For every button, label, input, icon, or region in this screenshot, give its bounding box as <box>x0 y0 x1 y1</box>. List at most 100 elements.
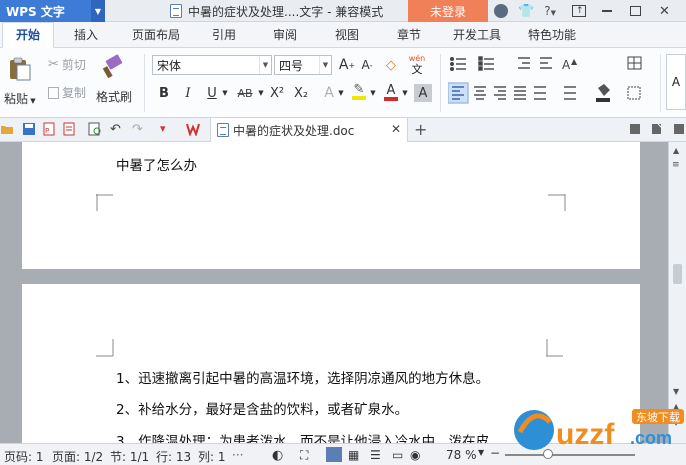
margin-corner-mark <box>546 339 563 357</box>
status-section[interactable]: 节: 1/1 <box>110 448 149 465</box>
clear-format-icon[interactable]: ◇ <box>382 56 400 74</box>
margin-corner-mark <box>548 194 566 211</box>
minimize-icon[interactable] <box>602 10 612 12</box>
doc-switch-icon[interactable] <box>650 122 664 136</box>
app-name: WPS 文字 <box>6 4 65 19</box>
bold-button[interactable]: B <box>156 84 172 102</box>
status-pages[interactable]: 页面: 1/2 <box>52 448 103 465</box>
window-layout-icon[interactable] <box>628 122 642 136</box>
status-row[interactable]: 行: 13 <box>156 448 191 465</box>
line-spacing-icon <box>564 86 576 100</box>
scrollbar-thumb[interactable] <box>673 264 682 284</box>
help-button[interactable]: ?▼ <box>544 4 556 18</box>
login-button[interactable]: 未登录 <box>408 0 488 22</box>
outline-view-icon[interactable]: ☰ <box>370 448 381 462</box>
page-1-text[interactable]: 中暑了怎么办 <box>116 154 197 174</box>
document-canvas[interactable]: 中暑了怎么办 1、迅速撤离引起中暑的高温环境，选择阴凉通风的地方休息。 2、补给… <box>0 142 668 443</box>
tab-page-layout[interactable]: 页面布局 <box>118 22 194 48</box>
close-icon[interactable]: ✕ <box>659 4 670 19</box>
app-menu-chevron-down-icon[interactable]: ▼ <box>91 0 105 22</box>
doc-paragraph-3[interactable]: 3、作降温处理：为患者泼水，而不是让他浸入冷水中。泼在皮 <box>116 430 489 443</box>
tab-view[interactable]: 视图 <box>316 22 378 48</box>
grow-font-icon[interactable]: A + <box>338 56 356 74</box>
subscript-button[interactable]: X₂ <box>292 84 310 102</box>
new-tab-icon[interactable]: + <box>414 120 427 139</box>
restore-icon[interactable]: ↑ <box>572 5 586 17</box>
highlight-icon[interactable]: ✎ <box>350 82 368 102</box>
vertical-scrollbar[interactable]: ▲ ≡ ▼ ▲ ▼ <box>668 142 686 443</box>
print-icon[interactable] <box>62 122 76 136</box>
font-name-select[interactable]: 宋体 ▼ <box>152 55 272 75</box>
underline-button[interactable]: U <box>204 84 220 102</box>
strikethrough-chevron-down-icon[interactable]: ▼ <box>256 84 266 102</box>
document-tab[interactable]: 中暑的症状及处理.doc ✕ <box>210 118 408 142</box>
char-shading-icon[interactable]: A <box>414 84 432 102</box>
open-folder-icon[interactable] <box>0 122 14 136</box>
copy-button[interactable]: 复制 <box>48 84 86 101</box>
tshirt-icon[interactable]: 👕 <box>518 4 534 19</box>
customize-toolbar-icon[interactable]: ▾ <box>160 122 174 136</box>
tab-home[interactable]: 开始 <box>2 21 54 48</box>
zoom-out-icon[interactable]: − <box>490 446 500 460</box>
tab-insert[interactable]: 插入 <box>54 22 118 48</box>
page-1[interactable]: 中暑了怎么办 <box>22 142 640 269</box>
cut-button[interactable]: ✂ 剪切 <box>48 56 86 73</box>
fullscreen-icon[interactable]: ⛶ <box>300 448 308 463</box>
wps-app-menu-button[interactable]: WPS 文字 ▼ <box>0 0 105 22</box>
scroll-up-icon[interactable]: ▲ <box>673 146 679 155</box>
scroll-top-icon[interactable]: ≡ <box>672 160 680 170</box>
share-icon[interactable] <box>672 122 686 136</box>
clipboard-icon <box>9 57 31 81</box>
highlight-chevron-down-icon[interactable]: ▼ <box>368 84 378 102</box>
superscript-button[interactable]: X² <box>268 84 286 102</box>
page-view-icon[interactable] <box>326 447 342 462</box>
text-effect-chevron-down-icon[interactable]: ▼ <box>336 84 346 102</box>
status-page-code[interactable]: 页码: 1 <box>4 448 44 465</box>
track-changes-icon[interactable]: ◐ <box>272 448 283 463</box>
format-painter-icon <box>102 54 123 79</box>
zoom-level[interactable]: 78 % <box>446 448 477 462</box>
reading-view-icon[interactable]: ▭ <box>392 448 403 462</box>
web-view-icon[interactable]: ▦ <box>348 448 359 462</box>
paste-button[interactable]: 粘贴 ▼ <box>4 56 36 107</box>
status-more-icon[interactable]: ··· <box>232 448 243 462</box>
maximize-icon[interactable] <box>630 6 641 16</box>
svg-text:P: P <box>45 127 49 135</box>
strikethrough-button[interactable]: AB <box>234 84 256 102</box>
phonetic-guide-button[interactable]: wén 文 <box>406 53 428 79</box>
styles-gallery[interactable]: A <box>666 54 686 110</box>
tab-developer[interactable]: 开发工具 <box>440 22 514 48</box>
redo-icon[interactable]: ↷ <box>132 122 146 137</box>
tab-references[interactable]: 引用 <box>194 22 254 48</box>
tab-special-features[interactable]: 特色功能 <box>514 22 590 48</box>
font-color-chevron-down-icon[interactable]: ▼ <box>400 84 410 102</box>
doc-paragraph-1[interactable]: 1、迅速撤离引起中暑的高温环境，选择阴凉通风的地方休息。 <box>116 367 489 387</box>
export-pdf-icon[interactable]: P <box>42 122 56 136</box>
underline-chevron-down-icon[interactable]: ▼ <box>220 84 230 102</box>
tab-review[interactable]: 审阅 <box>254 22 316 48</box>
align-right-icon <box>494 86 506 100</box>
tab-chapter[interactable]: 章节 <box>378 22 440 48</box>
format-painter-button[interactable]: 格式刷 <box>96 54 132 105</box>
document-icon <box>170 4 182 18</box>
font-color-icon[interactable]: A <box>382 82 400 102</box>
status-col[interactable]: 列: 1 <box>198 448 226 465</box>
font-size-select[interactable]: 四号 ▼ <box>274 55 332 75</box>
skin-icon[interactable] <box>494 4 508 18</box>
zoom-slider[interactable] <box>505 454 635 456</box>
save-icon[interactable] <box>22 122 36 136</box>
shrink-font-icon[interactable]: A- <box>358 56 376 74</box>
svg-text:▲: ▲ <box>571 57 578 66</box>
close-tab-icon[interactable]: ✕ <box>391 122 401 136</box>
print-preview-icon[interactable] <box>88 122 102 136</box>
reading-mode-icon[interactable]: ◉ <box>410 448 420 462</box>
numbering-icon <box>478 56 494 71</box>
undo-icon[interactable]: ↶ <box>110 122 124 137</box>
scroll-down-icon[interactable]: ▼ <box>673 387 679 396</box>
doc-paragraph-2[interactable]: 2、补给水分，最好是含盐的饮料，或者矿泉水。 <box>116 398 408 418</box>
font-name-chevron-down-icon: ▼ <box>259 56 271 74</box>
italic-button[interactable]: I <box>180 84 196 102</box>
zoom-menu-chevron-down-icon[interactable]: ▼ <box>478 448 484 457</box>
document-tab-icon <box>217 123 229 137</box>
window-controls: ↑ ✕ <box>572 0 670 22</box>
